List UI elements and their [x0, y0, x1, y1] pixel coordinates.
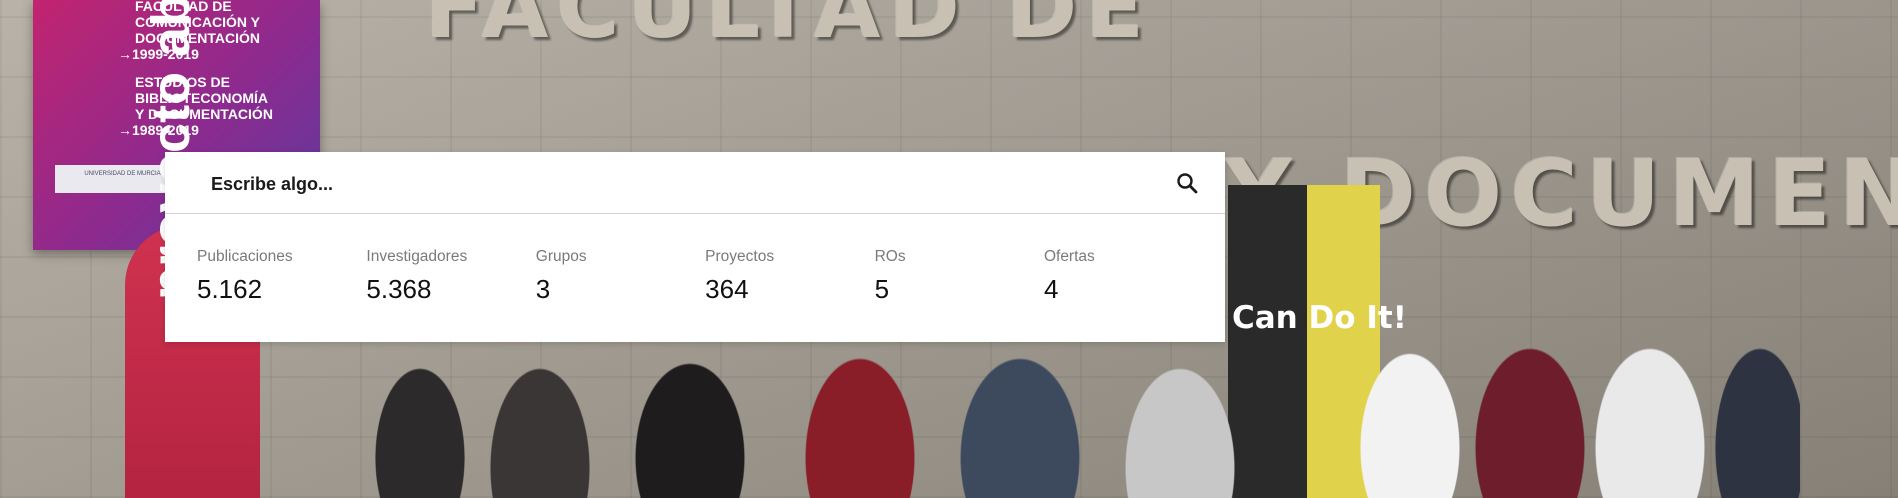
stat-value: 3	[535, 274, 551, 304]
banner-right-text: Can Do It!	[1232, 300, 1407, 336]
stat-value: 4	[1043, 274, 1059, 304]
stat-label: ROs	[874, 248, 906, 265]
stat-ofertas[interactable]: Ofertas 4	[1044, 248, 1213, 304]
stat-grupos[interactable]: Grupos 3	[536, 248, 705, 304]
facade-lettering-top: FACULTAD DE	[425, 0, 1152, 58]
stat-publicaciones[interactable]: Publicaciones 5.162	[197, 248, 366, 304]
stat-label: Publicaciones	[197, 248, 293, 265]
search-bar	[165, 152, 1225, 214]
stat-value: 5.162	[197, 274, 263, 304]
stat-value: 5.368	[366, 274, 432, 304]
search-input[interactable]	[209, 166, 1093, 202]
stat-label: Proyectos	[705, 248, 775, 265]
stat-label: Investigadores	[366, 248, 468, 265]
stats-row: Publicaciones 5.162 Investigadores 5.368…	[197, 248, 1213, 304]
stat-label: Grupos	[535, 248, 587, 265]
stat-value: 5	[874, 274, 890, 304]
stat-ros[interactable]: ROs 5	[875, 248, 1044, 304]
search-panel: Publicaciones 5.162 Investigadores 5.368…	[165, 152, 1225, 342]
search-button[interactable]	[1170, 166, 1204, 200]
stat-label: Ofertas	[1043, 248, 1095, 265]
stat-investigadores[interactable]: Investigadores 5.368	[366, 248, 535, 304]
stat-value: 364	[705, 274, 749, 304]
stat-proyectos[interactable]: Proyectos 364	[705, 248, 874, 304]
search-icon	[1177, 173, 1198, 194]
students-crowd	[360, 338, 1800, 498]
